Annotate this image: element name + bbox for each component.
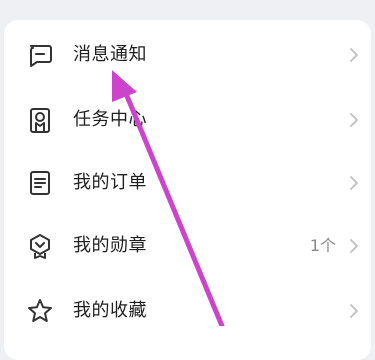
menu-item-label: 消息通知 <box>73 44 147 65</box>
menu-item-label: 我的收藏 <box>73 300 147 321</box>
medal-icon <box>26 232 54 260</box>
chevron-right-icon <box>349 302 359 320</box>
chevron-right-icon <box>349 111 359 129</box>
chevron-right-icon <box>349 46 359 64</box>
menu-item-tasks[interactable]: 任务中心 <box>4 91 371 153</box>
order-icon <box>26 169 54 197</box>
star-icon <box>26 297 54 325</box>
menu-item-medals[interactable]: 我的勋章 1个 <box>4 217 371 279</box>
menu-item-label: 任务中心 <box>73 109 147 130</box>
message-icon <box>26 41 54 69</box>
menu-item-count: 1个 <box>309 236 336 255</box>
badge-icon <box>26 106 54 134</box>
menu-item-messages[interactable]: 消息通知 <box>4 26 371 88</box>
menu-item-label: 我的订单 <box>73 172 147 193</box>
chevron-right-icon <box>349 237 359 255</box>
chevron-right-icon <box>349 174 359 192</box>
menu-item-favorites[interactable]: 我的收藏 <box>4 282 371 344</box>
menu-item-orders[interactable]: 我的订单 <box>4 154 371 216</box>
menu-item-label: 我的勋章 <box>73 235 147 256</box>
menu-card: 消息通知 任务中心 我的订单 我的勋章 1个 我的收藏 <box>4 20 371 360</box>
